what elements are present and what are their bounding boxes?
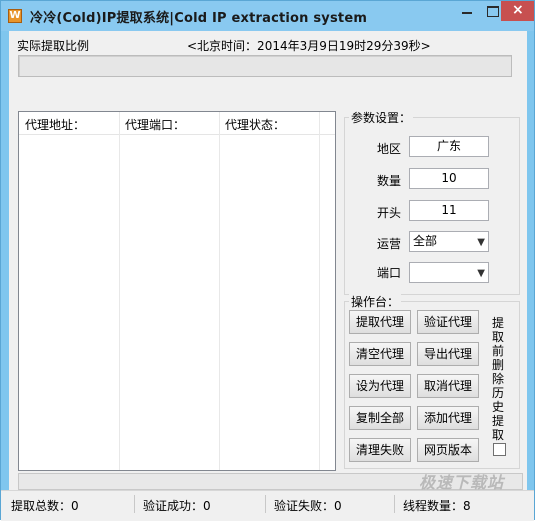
list-header: 代理地址： 代理端口： 代理状态：: [19, 112, 335, 135]
column-divider: [219, 112, 220, 470]
window-title: 冷冷(Cold)IP提取系统|Cold IP extraction system: [30, 11, 368, 26]
set-proxy-button[interactable]: 设为代理: [349, 374, 411, 398]
prefix-input[interactable]: 11: [409, 200, 489, 221]
delete-history-checkbox[interactable]: [493, 443, 506, 456]
extraction-progress-bar: [18, 55, 512, 77]
extract-proxy-button[interactable]: 提取代理: [349, 310, 411, 334]
port-label: 端口: [377, 266, 402, 280]
title-bar[interactable]: W 冷冷(Cold)IP提取系统|Cold IP extraction syst…: [1, 1, 534, 31]
close-button[interactable]: ×: [501, 1, 534, 21]
clear-proxy-button[interactable]: 清空代理: [349, 342, 411, 366]
web-version-button[interactable]: 网页版本: [417, 438, 479, 462]
minimize-button[interactable]: [454, 1, 480, 21]
chevron-down-icon: ▼: [477, 268, 485, 279]
ops-group-label: 操作台：: [349, 293, 402, 310]
region-label: 地区: [377, 142, 402, 156]
params-group: 参数设置： 地区 广东 数量 10 开头 11 运营 全部 ▼ 端口 ▼: [344, 109, 520, 295]
carrier-select[interactable]: 全部 ▼: [409, 231, 489, 252]
carrier-label: 运营: [377, 237, 402, 251]
maximize-icon: [487, 6, 499, 17]
column-port[interactable]: 代理端口：: [125, 116, 185, 133]
app-icon: W: [8, 9, 22, 23]
close-icon: ×: [512, 2, 524, 18]
carrier-value: 全部: [413, 234, 438, 248]
copy-all-button[interactable]: 复制全部: [349, 406, 411, 430]
proxy-list[interactable]: 代理地址： 代理端口： 代理状态：: [18, 111, 336, 471]
delete-history-label: 提取前删除历史提取·: [492, 316, 505, 456]
status-threads: 线程数量：8: [403, 499, 471, 513]
cancel-proxy-button[interactable]: 取消代理: [417, 374, 479, 398]
minimize-icon: [462, 12, 472, 14]
ratio-label: 实际提取比例: [17, 39, 90, 53]
status-verify-fail: 验证失败：0: [274, 499, 342, 513]
clean-failed-button[interactable]: 清理失败: [349, 438, 411, 462]
count-label: 数量: [377, 174, 402, 188]
region-input[interactable]: 广东: [409, 136, 489, 157]
beijing-time: <北京时间：2014年3月9日19时29分39秒>: [187, 39, 431, 53]
status-bar: 提取总数：0 验证成功：0 验证失败：0 线程数量：8: [1, 490, 534, 521]
column-divider: [119, 112, 120, 470]
client-area: 实际提取比例 <北京时间：2014年3月9日19时29分39秒> 代理地址： 代…: [9, 31, 527, 513]
verify-proxy-button[interactable]: 验证代理: [417, 310, 479, 334]
add-proxy-button[interactable]: 添加代理: [417, 406, 479, 430]
column-address[interactable]: 代理地址：: [25, 116, 85, 133]
status-divider: [134, 495, 135, 513]
status-verify-ok: 验证成功：0: [143, 499, 211, 513]
prefix-label: 开头: [377, 206, 402, 220]
column-status[interactable]: 代理状态：: [225, 116, 285, 133]
port-select[interactable]: ▼: [409, 262, 489, 283]
status-divider: [394, 495, 395, 513]
count-input[interactable]: 10: [409, 168, 489, 189]
chevron-down-icon: ▼: [477, 237, 485, 248]
status-total: 提取总数：0: [11, 499, 79, 513]
export-proxy-button[interactable]: 导出代理: [417, 342, 479, 366]
app-window: W 冷冷(Cold)IP提取系统|Cold IP extraction syst…: [0, 0, 535, 521]
params-group-label: 参数设置：: [349, 109, 414, 126]
status-divider: [265, 495, 266, 513]
column-divider: [319, 112, 320, 470]
